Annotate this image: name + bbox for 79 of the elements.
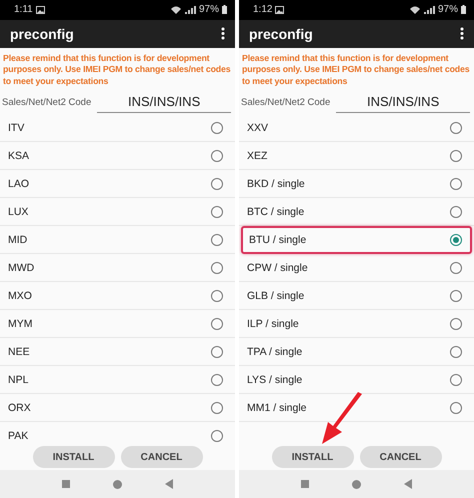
field-label: Sales/Net/Net2 Code xyxy=(241,97,330,110)
option-label[interactable]: KSA xyxy=(8,150,30,162)
option-label[interactable]: TPA / single xyxy=(247,346,302,358)
radio-button[interactable] xyxy=(450,262,462,274)
option-label[interactable]: BTU / single xyxy=(249,234,306,246)
option-label[interactable]: NPL xyxy=(8,374,28,386)
annotation-arrow xyxy=(320,392,364,446)
back-icon[interactable] xyxy=(165,479,174,490)
option-label[interactable]: BTC / single xyxy=(247,206,304,218)
option-label[interactable]: BKD / single xyxy=(247,178,305,190)
signal-icon xyxy=(422,6,435,14)
menu-icon[interactable] xyxy=(221,27,225,40)
code-input[interactable]: INS/INS/INS xyxy=(97,92,231,114)
action-button[interactable]: INSTALL xyxy=(272,446,354,468)
app-title: preconfig xyxy=(249,26,313,42)
radio-button[interactable] xyxy=(450,290,462,302)
radio-button[interactable] xyxy=(211,122,223,134)
battery-percent: 97% xyxy=(198,4,219,16)
radio-button[interactable] xyxy=(211,206,223,218)
option-label[interactable]: MYM xyxy=(8,318,32,330)
option-label[interactable]: CPW / single xyxy=(247,262,308,274)
image-icon xyxy=(275,6,284,14)
option-label[interactable]: LUX xyxy=(8,206,28,218)
option-label[interactable]: MID xyxy=(8,234,28,246)
option-label[interactable]: LYS / single xyxy=(247,374,302,386)
battery-percent: 97% xyxy=(438,4,458,16)
option-label[interactable]: LAO xyxy=(8,178,30,190)
radio-button[interactable] xyxy=(211,430,223,442)
warning-text: Please remind that this function is for development purposes only. Use IMEI PGM to change sales/net codes to meet your expectations xyxy=(241,52,471,88)
radio-button[interactable] xyxy=(211,374,223,386)
home-icon[interactable] xyxy=(352,480,361,489)
option-label[interactable]: MWD xyxy=(8,262,34,274)
option-label[interactable]: ILP / single xyxy=(247,318,299,330)
home-icon[interactable] xyxy=(112,480,122,489)
menu-icon[interactable] xyxy=(460,27,464,40)
status-time: 1:12 xyxy=(253,4,272,16)
image-icon xyxy=(36,6,45,14)
signal-icon xyxy=(184,6,196,14)
field-label: Sales/Net/Net2 Code xyxy=(2,97,92,110)
radio-button[interactable] xyxy=(211,262,223,274)
wifi-icon xyxy=(410,6,420,14)
battery-icon xyxy=(461,5,466,14)
option-label[interactable]: XXV xyxy=(247,122,268,134)
wifi-icon xyxy=(170,6,181,14)
radio-button[interactable] xyxy=(211,178,223,190)
radio-button[interactable] xyxy=(211,234,223,246)
radio-button[interactable] xyxy=(450,178,462,190)
radio-button[interactable] xyxy=(450,346,462,358)
app-title: preconfig xyxy=(10,26,74,42)
radio-button[interactable] xyxy=(450,374,462,386)
status-time: 1:11 xyxy=(14,4,33,16)
warning-text: Please remind that this function is for development purposes only. Use IMEI PGM to change sales/net codes to meet your expectations xyxy=(2,52,232,88)
radio-button[interactable] xyxy=(450,318,462,330)
radio-button[interactable] xyxy=(211,318,223,330)
option-label[interactable]: ITV xyxy=(8,122,24,134)
radio-button[interactable] xyxy=(211,150,223,162)
battery-icon xyxy=(222,5,227,14)
code-input[interactable]: INS/INS/INS xyxy=(336,92,470,114)
radio-button[interactable] xyxy=(450,402,462,414)
option-label[interactable]: XEZ xyxy=(247,150,268,162)
option-label[interactable]: GLB / single xyxy=(247,290,304,302)
recents-icon[interactable] xyxy=(62,480,70,488)
action-button[interactable]: INSTALL xyxy=(32,446,114,468)
radio-button[interactable] xyxy=(450,122,462,134)
back-icon[interactable] xyxy=(404,479,412,490)
option-label[interactable]: MM1 / single xyxy=(247,402,307,414)
radio-button[interactable] xyxy=(450,206,462,218)
recents-icon[interactable] xyxy=(300,480,309,488)
radio-button[interactable] xyxy=(211,290,223,302)
action-button[interactable]: CANCEL xyxy=(360,446,442,468)
radio-button[interactable] xyxy=(450,234,462,246)
option-label[interactable]: ORX xyxy=(8,402,31,414)
radio-button[interactable] xyxy=(450,150,462,162)
option-label[interactable]: MXO xyxy=(8,290,32,302)
option-label[interactable]: NEE xyxy=(8,346,30,358)
radio-button[interactable] xyxy=(211,346,223,358)
option-label[interactable]: PAK xyxy=(8,430,28,442)
action-button[interactable]: CANCEL xyxy=(120,446,202,468)
radio-button[interactable] xyxy=(211,402,223,414)
